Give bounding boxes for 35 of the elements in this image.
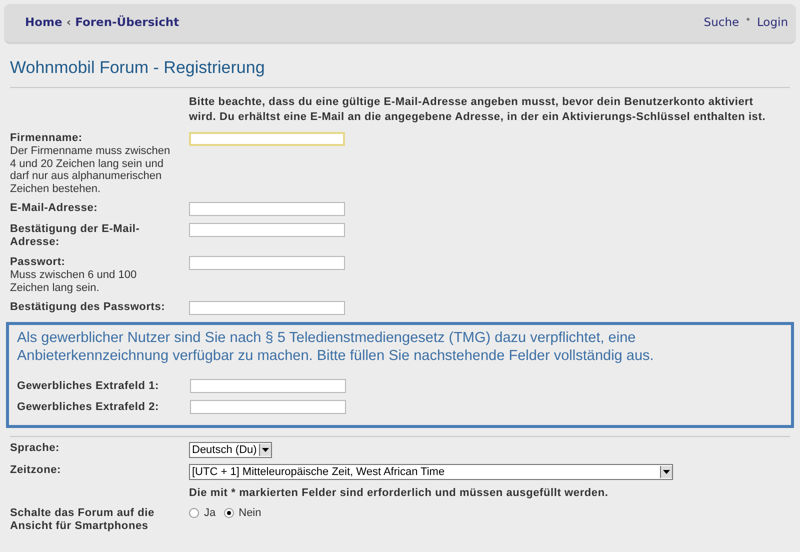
input-field[interactable] bbox=[190, 400, 346, 414]
radio-label: Ja bbox=[204, 507, 216, 519]
input-field[interactable] bbox=[189, 132, 345, 146]
field-label: Bestätigung des Passworts: bbox=[10, 301, 166, 314]
dropdown[interactable]: [UTC + 1] Mitteleuropäische Zeit, West African Time bbox=[189, 464, 673, 480]
input-field[interactable] bbox=[189, 223, 345, 237]
panel-notice: Als gewerblicher Nutzer sind Sie nach § 5 Teledienstmediengesetz (TMG) dazu verpflichtet, eine Anbieterkennzeichnung verfügbar zu machen. Bitte füllen Sie nachstehende Felder vollständig aus. bbox=[16, 329, 655, 366]
input-field[interactable] bbox=[189, 301, 345, 315]
notice-text: Bitte beachte, dass du eine gültige E-Mail-Adresse angeben musst, bevor dein Benutzerkonto aktiviert wird. Du erhältst eine E-Mail an die angegebene Adresse, in der ein Aktivierungs-Schlüssel enthalten ist. bbox=[189, 95, 767, 125]
nav-link[interactable]: Suche bbox=[704, 15, 740, 29]
input-field[interactable] bbox=[189, 202, 345, 216]
breadcrumb-link[interactable]: Foren-Übersicht bbox=[75, 15, 180, 29]
breadcrumb-separator: ‹ bbox=[66, 15, 72, 29]
field-label: Zeitzone: bbox=[10, 464, 62, 477]
field-label: E-Mail-Adresse: bbox=[10, 202, 99, 215]
field-hint: Muss zwischen 6 und 100 Zeichen lang sein. bbox=[10, 269, 138, 294]
radio-button[interactable] bbox=[189, 508, 199, 518]
link-separator: • bbox=[745, 15, 751, 28]
radio-button[interactable] bbox=[224, 508, 234, 518]
nav-link[interactable]: Login bbox=[756, 15, 788, 29]
breadcrumb-link[interactable]: Home bbox=[25, 15, 62, 29]
field-label: Passwort: bbox=[10, 256, 66, 269]
dropdown[interactable]: Deutsch (Du) bbox=[189, 442, 272, 458]
field-hint: Der Firmenname muss zwischen 4 und 20 Zeichen lang sein und darf nur aus alphanumerischen Zeichen bestehen. bbox=[10, 145, 172, 195]
field-label: Bestätigung der E-Mail-Adresse: bbox=[10, 223, 141, 249]
field-label: Firmenname: bbox=[10, 132, 84, 145]
input-field[interactable] bbox=[189, 256, 345, 270]
required-note: Die mit * markierten Felder sind erforderlich und müssen ausgefüllt werden. bbox=[189, 486, 608, 501]
page-title: Wohnmobil Forum - Registrierung bbox=[10, 58, 266, 78]
radio-label: Nein bbox=[238, 507, 262, 519]
field-label: Schalte das Forum auf die Ansicht für Smartphones bbox=[10, 507, 156, 533]
field-label: Gewerbliches Extrafeld 2: bbox=[17, 400, 160, 414]
input-field[interactable] bbox=[190, 379, 346, 393]
field-label: Sprache: bbox=[10, 442, 60, 455]
field-label: Gewerbliches Extrafeld 1: bbox=[17, 380, 160, 392]
